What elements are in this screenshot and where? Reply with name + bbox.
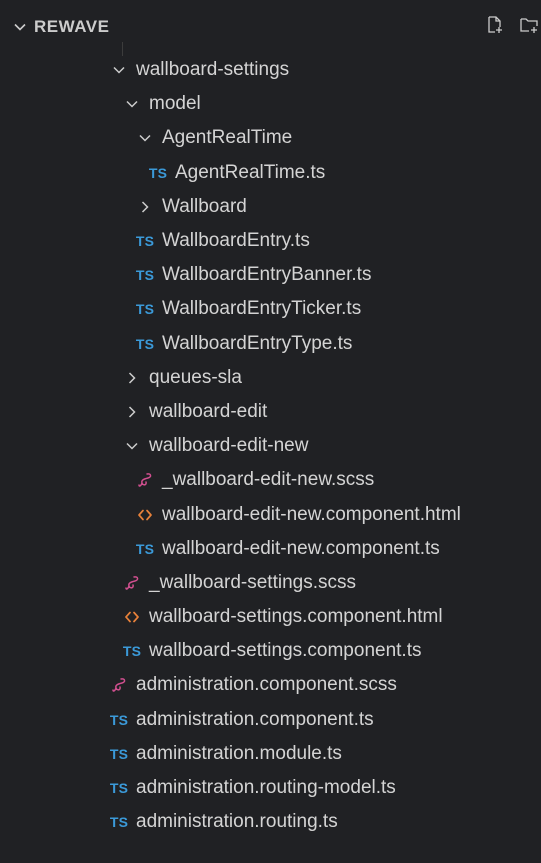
ts-badge: TS	[135, 335, 155, 352]
tree-folder-item[interactable]: wallboard-settings	[0, 53, 541, 87]
tree-folder-item[interactable]: AgentRealTime	[0, 121, 541, 155]
ts-badge: TS	[122, 643, 142, 660]
ts-badge: TS	[135, 301, 155, 318]
tree-item-label: AgentRealTime.ts	[175, 161, 326, 183]
tree-item-label: _wallboard-edit-new.scss	[162, 469, 375, 491]
tree-item-label: administration.component.scss	[136, 674, 397, 696]
tree-folder-item[interactable]: wallboard-edit-new	[0, 429, 541, 463]
explorer-panel: REWAVE wallboard-settings model AgentReal	[0, 0, 541, 863]
chevron-right-icon[interactable]	[121, 367, 143, 389]
tree-item-label: administration.module.ts	[136, 742, 342, 764]
chevron-down-icon[interactable]	[121, 93, 143, 115]
tree-file-item[interactable]: administration.component.scss	[0, 668, 541, 702]
chevron-right-icon[interactable]	[121, 401, 143, 423]
tree-folder-item[interactable]: wallboard-edit	[0, 395, 541, 429]
typescript-file-icon: TS	[134, 538, 156, 560]
tree-file-item[interactable]: TS administration.routing-model.ts	[0, 771, 541, 805]
ts-badge: TS	[109, 814, 129, 831]
ts-badge: TS	[135, 233, 155, 250]
tree-folder-item[interactable]: model	[0, 87, 541, 121]
tree-item-label: wallboard-edit-new	[149, 435, 309, 457]
tree-file-item[interactable]: TS wallboard-settings.component.ts	[0, 634, 541, 668]
explorer-section-header[interactable]: REWAVE	[0, 4, 541, 50]
html-file-icon	[134, 504, 156, 526]
typescript-file-icon: TS	[108, 777, 130, 799]
chevron-down-icon[interactable]	[108, 59, 130, 81]
tree-file-item[interactable]: TS AgentRealTime.ts	[0, 156, 541, 190]
tree-file-item[interactable]: TS administration.module.ts	[0, 737, 541, 771]
tree-file-item[interactable]: _wallboard-settings.scss	[0, 566, 541, 600]
chevron-down-icon[interactable]	[121, 435, 143, 457]
ts-badge: TS	[109, 711, 129, 728]
chevron-down-icon[interactable]	[134, 127, 156, 149]
scss-file-icon	[121, 572, 143, 594]
html-file-icon	[121, 606, 143, 628]
tree-item-label: wallboard-edit-new.component.ts	[162, 537, 440, 559]
ts-badge: TS	[135, 267, 155, 284]
tree-item-label: Wallboard	[162, 195, 247, 217]
ts-badge: TS	[135, 540, 155, 557]
typescript-file-icon: TS	[108, 743, 130, 765]
tree-item-label: WallboardEntryType.ts	[162, 332, 353, 354]
tree-item-label: WallboardEntry.ts	[162, 230, 310, 252]
tree-file-item[interactable]: TS WallboardEntryTicker.ts	[0, 292, 541, 326]
tree-item-label: wallboard-edit	[149, 400, 268, 422]
tree-item-label: wallboard-settings	[136, 59, 290, 81]
typescript-file-icon: TS	[134, 264, 156, 286]
tree-item-label: wallboard-settings.component.html	[149, 606, 443, 628]
file-tree: wallboard-settings model AgentRealTime TS Ag…	[0, 53, 541, 839]
tree-file-item[interactable]: TS WallboardEntry.ts	[0, 224, 541, 258]
tree-item-label: wallboard-edit-new.component.html	[162, 503, 461, 525]
new-file-icon[interactable]	[483, 13, 507, 37]
tree-item-label: WallboardEntryTicker.ts	[162, 298, 362, 320]
tree-item-label: administration.component.ts	[136, 708, 374, 730]
ts-badge: TS	[148, 164, 168, 181]
chevron-down-icon[interactable]	[10, 17, 30, 37]
typescript-file-icon: TS	[108, 811, 130, 833]
tree-item-label: AgentRealTime	[162, 127, 293, 149]
tree-file-item[interactable]: TS administration.component.ts	[0, 703, 541, 737]
scss-file-icon	[108, 674, 130, 696]
tree-item-label: _wallboard-settings.scss	[149, 571, 356, 593]
ts-badge: TS	[109, 745, 129, 762]
tree-item-label: wallboard-settings.component.ts	[149, 640, 422, 662]
workspace-title: REWAVE	[34, 17, 110, 36]
tree-item-label: WallboardEntryBanner.ts	[162, 264, 372, 286]
chevron-right-icon[interactable]	[134, 196, 156, 218]
tree-file-item[interactable]: wallboard-edit-new.component.html	[0, 497, 541, 531]
tree-item-label: queues-sla	[149, 366, 242, 388]
ts-badge: TS	[109, 780, 129, 797]
new-folder-icon[interactable]	[517, 13, 541, 37]
tree-file-item[interactable]: TS administration.routing.ts	[0, 805, 541, 839]
tree-item-label: administration.routing-model.ts	[136, 777, 396, 799]
typescript-file-icon: TS	[134, 333, 156, 355]
header-actions	[483, 13, 541, 37]
tree-file-item[interactable]: wallboard-settings.component.html	[0, 600, 541, 634]
tree-item-label: administration.routing.ts	[136, 811, 338, 833]
typescript-file-icon: TS	[134, 230, 156, 252]
tree-file-item[interactable]: _wallboard-edit-new.scss	[0, 463, 541, 497]
typescript-file-icon: TS	[121, 640, 143, 662]
tree-item-label: model	[149, 93, 201, 115]
typescript-file-icon: TS	[147, 162, 169, 184]
typescript-file-icon: TS	[134, 298, 156, 320]
typescript-file-icon: TS	[108, 709, 130, 731]
tree-file-item[interactable]: TS WallboardEntryType.ts	[0, 327, 541, 361]
tree-folder-item[interactable]: queues-sla	[0, 361, 541, 395]
tree-file-item[interactable]: TS WallboardEntryBanner.ts	[0, 258, 541, 292]
scss-file-icon	[134, 469, 156, 491]
tree-file-item[interactable]: TS wallboard-edit-new.component.ts	[0, 532, 541, 566]
tree-folder-item[interactable]: Wallboard	[0, 190, 541, 224]
